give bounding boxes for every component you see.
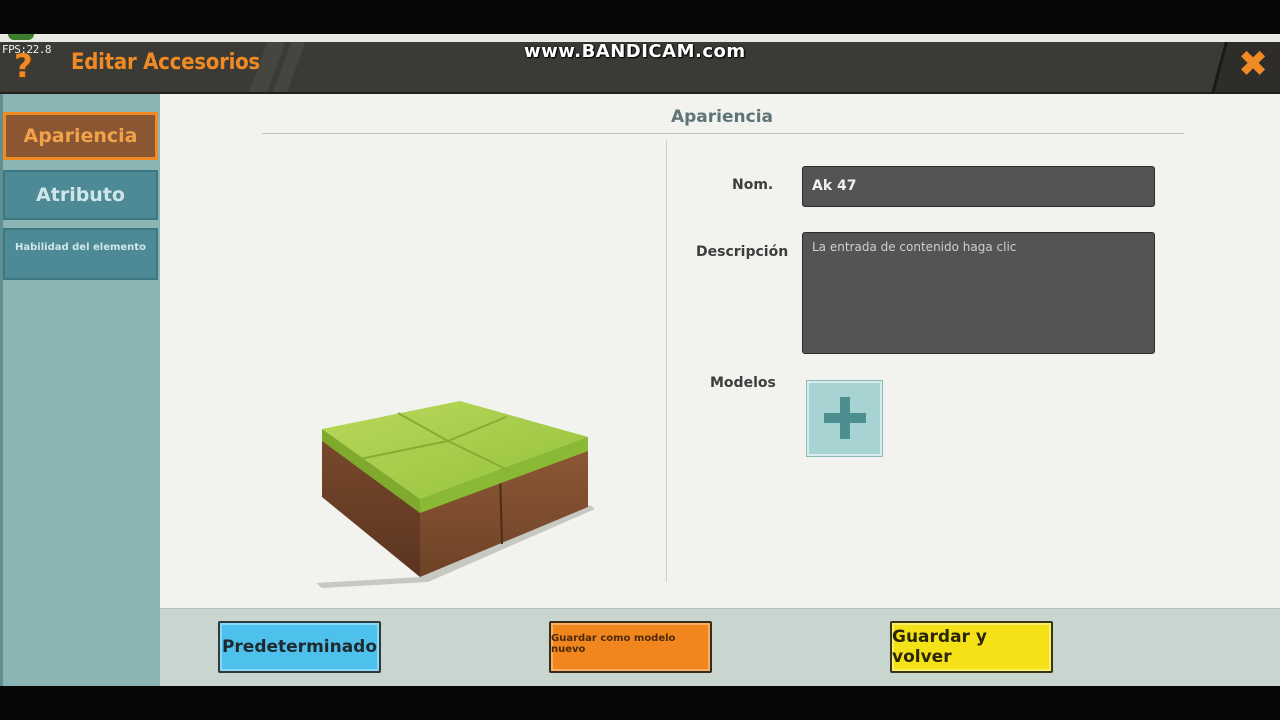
tab-habilidad-del-elemento[interactable]: Habilidad del elemento [3,228,158,280]
letterbox-bottom [0,686,1280,720]
section-title-underline [262,133,1184,134]
default-button[interactable]: Predeterminado [218,621,381,673]
bottom-action-bar: Predeterminado Guardar como modelo nuevo… [160,608,1280,686]
page-title: Editar Accesorios [71,50,260,75]
save-and-return-button[interactable]: Guardar y volver [890,621,1053,673]
name-field[interactable]: Ak 47 [802,166,1155,207]
sidebar: Apariencia Atributo Habilidad del elemen… [0,94,160,686]
vertical-divider [666,140,667,582]
close-icon[interactable]: ✖ [1238,47,1268,83]
description-label: Descripción [696,244,789,260]
window-top-strip [0,34,1280,42]
plus-icon-bar [824,413,866,423]
models-label: Modelos [710,375,776,391]
appearance-panel: Apariencia Nom. Ak 47 Descripción La ent… [160,94,1280,608]
name-label: Nom. [732,177,774,193]
add-model-button[interactable] [807,381,882,456]
save-as-new-model-button[interactable]: Guardar como modelo nuevo [549,621,712,673]
app-logo-fragment [8,34,34,40]
header-bar: ? FPS:22.8 Editar Accesorios www.BANDICA… [0,42,1280,94]
grass-block-preview [316,401,595,588]
section-title: Apariencia [670,107,774,127]
description-field[interactable]: La entrada de contenido haga clic [802,232,1155,354]
bandicam-watermark: www.BANDICAM.com [524,42,746,62]
letterbox-top [0,0,1280,34]
tab-atributo[interactable]: Atributo [3,170,158,220]
tab-apariencia[interactable]: Apariencia [3,112,158,160]
fps-counter: FPS:22.8 [2,43,51,56]
